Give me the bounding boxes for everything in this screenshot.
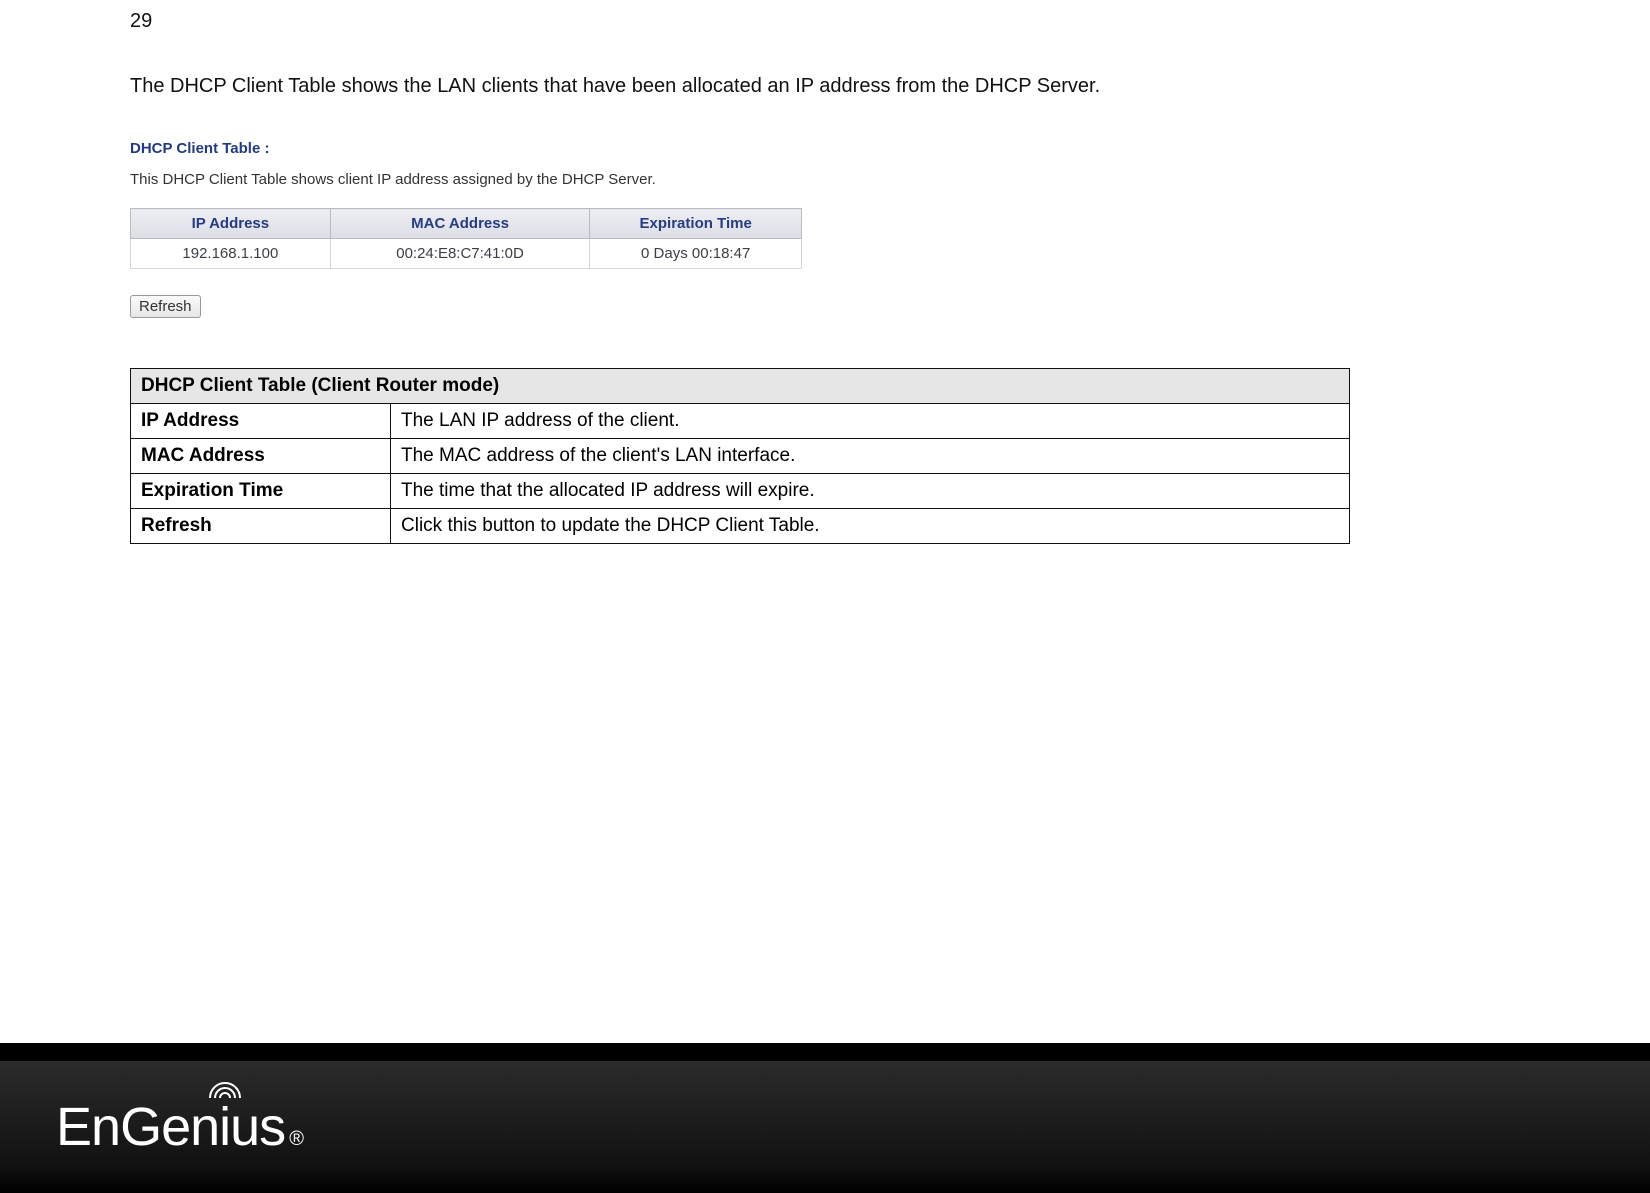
desc-value: The MAC address of the client's LAN inte… (391, 439, 1350, 474)
screenshot-description: This DHCP Client Table shows client IP a… (130, 171, 820, 188)
desc-header-row: DHCP Client Table (Client Router mode) (131, 369, 1350, 404)
header-ip: IP Address (131, 209, 331, 239)
cell-expiration: 0 Days 00:18:47 (590, 239, 802, 269)
refresh-button[interactable]: Refresh (130, 295, 201, 318)
engenius-logo: EnGen ius® (56, 1096, 303, 1158)
table-header-row: IP Address MAC Address Expiration Time (131, 209, 802, 239)
header-expiration: Expiration Time (590, 209, 802, 239)
dhcp-screenshot: DHCP Client Table : This DHCP Client Tab… (130, 140, 820, 318)
desc-value: Click this button to update the DHCP Cli… (391, 509, 1350, 544)
desc-table-title: DHCP Client Table (Client Router mode) (131, 369, 1350, 404)
wifi-arcs-icon (206, 1078, 244, 1100)
desc-label: Expiration Time (131, 474, 391, 509)
dhcp-client-table: IP Address MAC Address Expiration Time 1… (130, 208, 802, 269)
page-number: 29 (130, 10, 1520, 33)
desc-value: The LAN IP address of the client. (391, 404, 1350, 439)
desc-row: IP Address The LAN IP address of the cli… (131, 404, 1350, 439)
registered-mark: ® (289, 1128, 303, 1151)
cell-mac: 00:24:E8:C7:41:0D (330, 239, 590, 269)
header-mac: MAC Address (330, 209, 590, 239)
desc-row: Expiration Time The time that the alloca… (131, 474, 1350, 509)
table-row: 192.168.1.100 00:24:E8:C7:41:0D 0 Days 0… (131, 239, 802, 269)
desc-row: Refresh Click this button to update the … (131, 509, 1350, 544)
intro-paragraph: The DHCP Client Table shows the LAN clie… (130, 75, 1520, 98)
desc-row: MAC Address The MAC address of the clien… (131, 439, 1350, 474)
desc-value: The time that the allocated IP address w… (391, 474, 1350, 509)
desc-label: MAC Address (131, 439, 391, 474)
desc-label: Refresh (131, 509, 391, 544)
desc-label: IP Address (131, 404, 391, 439)
screenshot-title: DHCP Client Table : (130, 140, 820, 157)
cell-ip: 192.168.1.100 (131, 239, 331, 269)
description-table: DHCP Client Table (Client Router mode) I… (130, 368, 1350, 544)
page-footer: EnGen ius® (0, 1043, 1650, 1193)
